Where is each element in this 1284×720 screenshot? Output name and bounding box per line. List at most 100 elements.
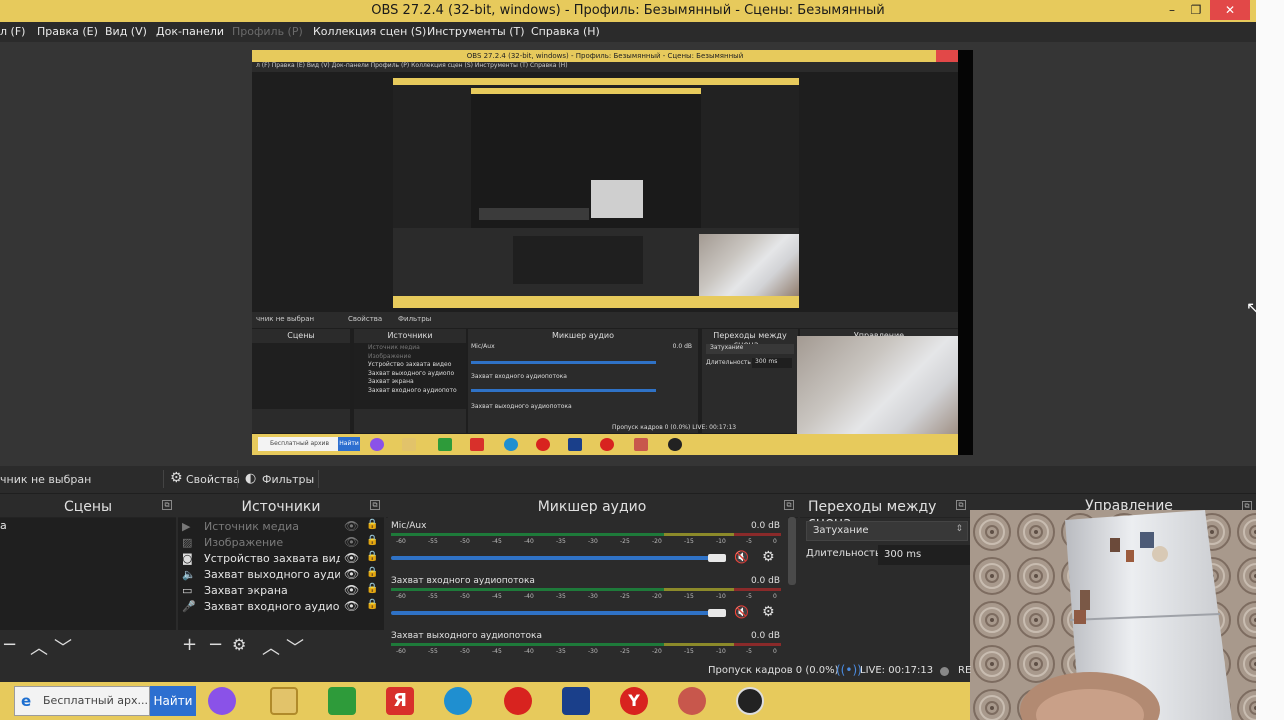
menu-edit[interactable]: Правка (E) [37, 25, 98, 38]
scenes-float-icon[interactable]: ⧉ [162, 500, 172, 510]
nested-status-left: чник не выбран [256, 315, 315, 323]
source-remove-button[interactable]: − [208, 634, 223, 655]
media-source-icon: ▶ [182, 520, 191, 533]
channel-db: 0.0 dB [750, 576, 780, 586]
visibility-eye-icon[interactable]: 👁 [344, 551, 359, 565]
volume-meter [391, 533, 781, 536]
scene-up-button[interactable]: ︿ [30, 634, 48, 660]
lock-icon[interactable]: 🔒 [366, 599, 378, 610]
transition-select[interactable]: Затухание ⇕ [806, 521, 968, 541]
store-icon[interactable] [328, 687, 356, 715]
visibility-eye-icon[interactable]: 👁 [344, 519, 359, 533]
no-source-label: чник не выбран [0, 473, 92, 486]
sources-float-icon[interactable]: ⧉ [370, 500, 380, 510]
scene-down-button[interactable]: ﹀ [54, 634, 72, 660]
volume-meter [391, 588, 781, 591]
menu-tools[interactable]: Инструменты (T) [427, 25, 525, 38]
alice-icon[interactable] [208, 687, 236, 715]
volume-slider[interactable] [391, 611, 713, 615]
source-row-video-capture[interactable]: ◙ Устройство захвата видео 👁 🔒 [178, 550, 384, 566]
volume-slider-handle[interactable] [708, 554, 726, 562]
nested-obs-preview: OBS 27.2.4 (32-bit, windows) - Профиль: … [252, 50, 958, 455]
opera-icon[interactable] [504, 687, 532, 715]
image-source-icon: ▨ [182, 536, 193, 549]
channel-name: Захват входного аудиопотока [391, 576, 535, 586]
mixer-float-icon[interactable]: ⧉ [784, 500, 794, 510]
source-add-button[interactable]: + [182, 634, 197, 655]
channel-name: Mic/Aux [391, 521, 427, 531]
menu-file[interactable]: л (F) [0, 25, 25, 38]
sources-dock: Источники ⧉ ▶ Источник медиа 👁 🔒 ▨ Изобр… [178, 496, 384, 682]
menu-scene-collection[interactable]: Коллекция сцен (S) [313, 25, 426, 38]
channel-db: 0.0 dB [750, 521, 780, 531]
db-scale: -60 -55 -50 -45 -40 -35 -30 -25 -20 -15 -10 -5 0 [396, 593, 777, 600]
monitor-icon: ▭ [182, 584, 193, 597]
source-row-audio-input[interactable]: 🎤 Захват входного аудиопото 👁 🔒 [178, 598, 384, 614]
source-up-button[interactable]: ︿ [262, 634, 280, 660]
scenes-dock: Сцены ⧉ а − ︿ ﹀ [0, 496, 176, 682]
yandex-icon[interactable]: Я [386, 687, 414, 715]
channel-name: Захват выходного аудиопотока [391, 631, 542, 641]
nested-inner-docks [393, 228, 799, 298]
visibility-eye-icon[interactable]: 👁 [344, 599, 359, 613]
channel-gear-icon[interactable]: ⚙ [762, 549, 775, 565]
source-row-screen-capture[interactable]: ▭ Захват экрана 👁 🔒 [178, 582, 384, 598]
scene-item[interactable]: а [0, 519, 7, 532]
microphone-icon: 🎤 [182, 600, 196, 613]
record-dot-icon [940, 667, 949, 676]
nested-inner-preview [393, 78, 799, 308]
nested-inner-recursion [471, 88, 701, 228]
webcam-photo [970, 510, 1256, 720]
db-scale: -60 -55 -50 -45 -40 -35 -30 -25 -20 -15 -10 -5 0 [396, 538, 777, 545]
sources-list[interactable]: ▶ Источник медиа 👁 🔒 ▨ Изображение 👁 🔒 ◙… [178, 518, 384, 630]
properties-button[interactable]: Свойства [186, 473, 240, 486]
mute-icon[interactable]: 🔇 [734, 605, 749, 619]
menu-help[interactable]: Справка (H) [531, 25, 600, 38]
find-button[interactable]: Найти [150, 686, 196, 716]
visibility-eye-icon[interactable]: 👁 [344, 535, 359, 549]
source-settings-gear-icon[interactable]: ⚙ [232, 635, 246, 654]
lock-icon[interactable]: 🔒 [366, 535, 378, 546]
mute-icon[interactable]: 🔇 [734, 550, 749, 564]
source-toolbar: чник не выбран ⚙ Свойства ◐ Фильтры [0, 466, 1256, 494]
menu-profile[interactable]: Профиль (P) [232, 25, 303, 38]
db-scale: -60 -55 -50 -45 -40 -35 -30 -25 -20 -15 -10 -5 0 [396, 648, 777, 655]
folder-icon[interactable] [270, 687, 298, 715]
source-row-audio-output[interactable]: 🔈 Захват выходного аудиопото 👁 🔒 [178, 566, 384, 582]
menu-docks[interactable]: Док-панели [156, 25, 224, 38]
menu-view[interactable]: Вид (V) [105, 25, 147, 38]
lock-icon[interactable]: 🔒 [366, 567, 378, 578]
controls-dock: Управление ⧉ [1002, 496, 1256, 514]
search-input[interactable]: e Бесплатный арх... [14, 686, 150, 716]
source-down-button[interactable]: ﹀ [286, 634, 304, 660]
shield-icon[interactable] [562, 687, 590, 715]
yandex-browser-icon[interactable]: Y [620, 687, 648, 715]
channel-gear-icon[interactable]: ⚙ [762, 604, 775, 620]
lock-icon[interactable]: 🔒 [366, 551, 378, 562]
visibility-eye-icon[interactable]: 👁 [344, 583, 359, 597]
paint-icon[interactable] [678, 687, 706, 715]
scene-remove-button[interactable]: − [2, 634, 17, 655]
duration-input[interactable]: 300 ms [878, 545, 970, 565]
nested-filters-btn: Фильтры [398, 315, 432, 323]
nested-menu: л (F) Правка (E) Вид (V) Док-панели Проф… [252, 62, 958, 72]
mixer-title: Микшер аудио [537, 499, 647, 515]
speaker-icon: 🔈 [182, 568, 196, 581]
lock-icon[interactable]: 🔒 [366, 583, 378, 594]
dropped-frames: Пропуск кадров 0 (0.0%) [708, 665, 839, 676]
volume-slider[interactable] [391, 556, 713, 560]
close-button[interactable]: ✕ [1210, 0, 1250, 20]
edge-icon[interactable] [444, 687, 472, 715]
source-row-media[interactable]: ▶ Источник медиа 👁 🔒 [178, 518, 384, 534]
transitions-float-icon[interactable]: ⧉ [956, 500, 966, 510]
source-row-image[interactable]: ▨ Изображение 👁 🔒 [178, 534, 384, 550]
obs-icon[interactable] [736, 687, 764, 715]
volume-slider-handle[interactable] [708, 609, 726, 617]
nested-close-icon [936, 50, 958, 62]
lock-icon[interactable]: 🔒 [366, 519, 378, 530]
filters-button[interactable]: Фильтры [262, 473, 314, 486]
visibility-eye-icon[interactable]: 👁 [344, 567, 359, 581]
mixer-scrollbar[interactable] [788, 517, 796, 585]
scenes-list[interactable]: а [0, 518, 176, 630]
nested-taskbar: Бесплатный архив Найти [252, 434, 958, 455]
